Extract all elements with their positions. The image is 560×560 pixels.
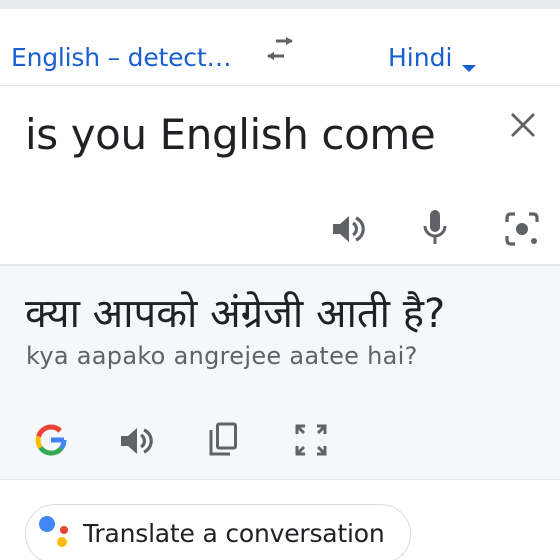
chevron-down-icon[interactable]: [462, 65, 476, 72]
lens-camera-icon[interactable]: [505, 212, 539, 246]
source-language-selector[interactable]: English – detect…: [11, 43, 231, 72]
google-g-icon[interactable]: [35, 424, 67, 456]
status-strip: [0, 0, 560, 9]
transliteration-text: kya aapako angrejee aatee hai?: [26, 342, 418, 370]
divider: [0, 479, 560, 480]
speaker-icon[interactable]: [332, 214, 366, 244]
target-language-selector[interactable]: Hindi: [388, 43, 452, 72]
translation-text: क्या आपको अंग्रेजी आती है?: [25, 291, 446, 337]
close-icon[interactable]: [510, 112, 536, 138]
fullscreen-icon[interactable]: [295, 424, 327, 456]
translation-result-card: क्या आपको अंग्रेजी आती है? kya aapako an…: [0, 266, 560, 480]
source-input[interactable]: is you English come: [25, 110, 436, 159]
translate-conversation-label: Translate a conversation: [83, 519, 385, 548]
source-input-card: is you English come: [0, 86, 560, 264]
language-bar: English – detect… Hindi: [0, 9, 560, 85]
google-assistant-icon: [38, 513, 74, 549]
copy-icon[interactable]: [208, 422, 238, 456]
microphone-icon[interactable]: [422, 210, 448, 246]
translate-conversation-button[interactable]: Translate a conversation: [25, 504, 411, 560]
speaker-icon[interactable]: [120, 426, 154, 456]
translate-screen: English – detect… Hindi is you English c…: [0, 0, 560, 560]
swap-languages-icon[interactable]: [264, 37, 296, 63]
